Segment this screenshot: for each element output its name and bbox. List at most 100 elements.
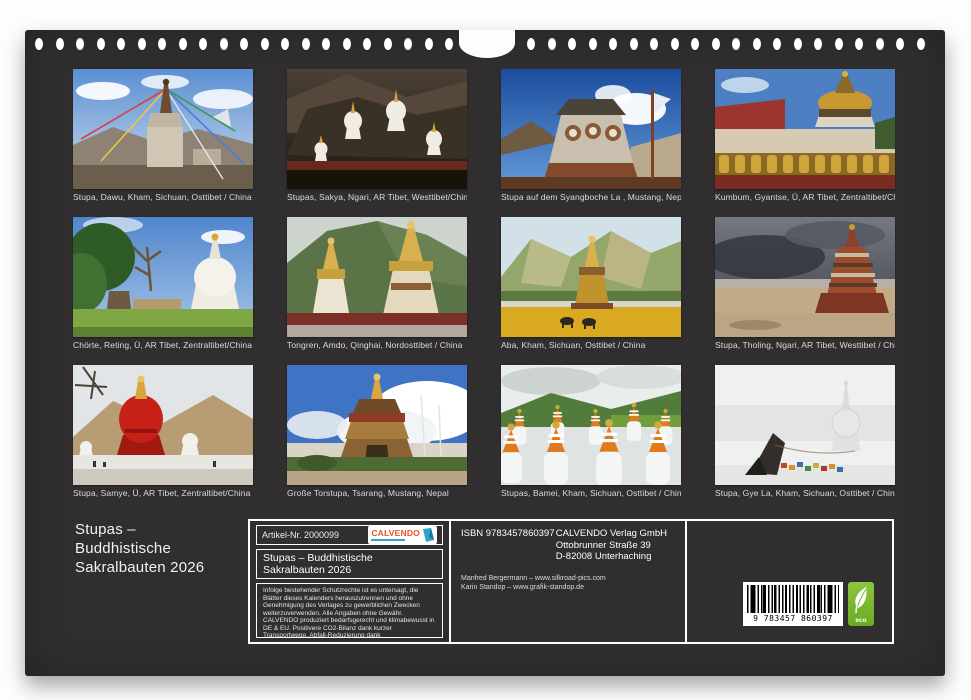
photo-caption: Stupa, Samye, Ü, AR Tibet, Zentraltibet/… — [73, 489, 253, 498]
box-title: Stupas – Buddhistische Sakralbauten 2026 — [263, 552, 373, 576]
binding-hole — [712, 38, 720, 50]
photo-cell: Stupa, Samye, Ü, AR Tibet, Zentraltibet/… — [73, 365, 253, 513]
binding-hole — [753, 38, 761, 50]
photo-image-bamei-stupas — [501, 365, 681, 485]
barcode-digits: 9 783457 860397 — [753, 614, 833, 623]
author-credits: Manfred Bergermann – www.silkroad-pics.c… — [461, 574, 675, 593]
publisher-line: Ottobrunner Straße 39 — [556, 540, 667, 552]
binding-hole — [322, 38, 330, 50]
binding-hole — [445, 38, 453, 50]
calendar-title-line: Stupas – — [75, 520, 204, 539]
photo-caption: Stupas, Bamei, Kham, Sichuan, Osttibet /… — [501, 489, 681, 498]
eco-leaf-icon — [851, 585, 871, 615]
calendar-title: Stupas – Buddhistische Sakralbauten 2026 — [75, 520, 204, 577]
ean-barcode: 9 783457 860397 — [743, 582, 843, 626]
binding-hole — [240, 38, 248, 50]
photo-image-tholing-stupa — [715, 217, 895, 337]
calvendo-tagline-bar — [371, 539, 405, 541]
binding-hole — [568, 38, 576, 50]
article-number: Artikel-Nr. 2000099 — [262, 530, 339, 540]
box-title-cell: Stupas – Buddhistische Sakralbauten 2026 — [256, 549, 443, 579]
calvendo-wordmark-wrap: CALVENDO — [371, 529, 420, 541]
binding-hole — [671, 38, 679, 50]
photo-cell: Stupa auf dem Syangboche La , Mustang, N… — [501, 69, 681, 217]
binding-hole — [220, 38, 228, 50]
photo-cell: Stupa, Gye La, Kham, Sichuan, Osttibet /… — [715, 365, 895, 513]
publisher-address: CALVENDO Verlag GmbH Ottobrunner Straße … — [556, 528, 667, 563]
binding-hole — [794, 38, 802, 50]
photo-cell: Stupas, Sakya, Ngari, AR Tibet, Westtibe… — [287, 69, 467, 217]
photo-image-dawu-stupa — [73, 69, 253, 189]
binding-hole — [76, 38, 84, 50]
binding-hole — [630, 38, 638, 50]
binding-hole — [384, 38, 392, 50]
photo-image-sakya-stupas — [287, 69, 467, 189]
photo-caption: Stupa, Gye La, Kham, Sichuan, Osttibet /… — [715, 489, 895, 498]
hanger-notch — [459, 30, 515, 58]
legal-text-cell: Infolge bestehender Schutzrechte ist es … — [256, 583, 443, 638]
photo-caption: Kumbum, Gyantse, Ü, AR Tibet, Zentraltib… — [715, 193, 895, 202]
binding-hole — [548, 38, 556, 50]
photo-caption: Stupas, Sakya, Ngari, AR Tibet, Westtibe… — [287, 193, 467, 202]
binding-hole — [35, 38, 43, 50]
binding-hole — [835, 38, 843, 50]
binding-hole — [199, 38, 207, 50]
photo-cell: Tongren, Amdo, Qinghai, Nordosttibet / C… — [287, 217, 467, 365]
barcode-group: 9 783457 860397 eco — [743, 582, 874, 626]
info-box-middle-column: ISBN 9783457860397 CALVENDO Verlag GmbH … — [449, 521, 685, 642]
photo-cell: Kumbum, Gyantse, Ü, AR Tibet, Zentraltib… — [715, 69, 895, 217]
binding-hole — [117, 38, 125, 50]
photo-caption: Stupa, Tholing, Ngari, AR Tibet, Westtib… — [715, 341, 895, 350]
binding-hole — [363, 38, 371, 50]
isbn-number: ISBN 9783457860397 — [461, 528, 555, 563]
calendar-title-line: Buddhistische — [75, 539, 204, 558]
photo-image-syangboche-stupa — [501, 69, 681, 189]
photo-cell: Chörte, Reting, Ü, AR Tibet, Zentraltibe… — [73, 217, 253, 365]
info-box-left-column: Artikel-Nr. 2000099 CALVENDO Stupas – Bu… — [250, 521, 449, 642]
eco-badge: eco — [848, 582, 874, 626]
calendar-title-line: Sakralbauten 2026 — [75, 558, 204, 577]
calvendo-wordmark: CALVENDO — [371, 529, 420, 538]
binding-hole — [179, 38, 187, 50]
binding-hole — [732, 38, 740, 50]
photo-caption: Große Torstupa, Tsarang, Mustang, Nepal — [287, 489, 467, 498]
binding-hole — [691, 38, 699, 50]
credit-line: Manfred Bergermann – www.silkroad-pics.c… — [461, 574, 675, 583]
binding-hole — [855, 38, 863, 50]
binding-hole — [261, 38, 269, 50]
binding-hole — [281, 38, 289, 50]
binding-hole — [814, 38, 822, 50]
photo-caption: Stupa auf dem Syangboche La , Mustang, N… — [501, 193, 681, 202]
photo-cell: Stupas, Bamei, Kham, Sichuan, Osttibet /… — [501, 365, 681, 513]
binding-hole — [97, 38, 105, 50]
binding-hole — [158, 38, 166, 50]
binding-hole — [138, 38, 146, 50]
photo-caption: Aba, Kham, Sichuan, Osttibet / China — [501, 341, 681, 350]
photo-cell: Aba, Kham, Sichuan, Osttibet / China — [501, 217, 681, 365]
photo-image-aba-stupa — [501, 217, 681, 337]
binding-hole — [609, 38, 617, 50]
photo-image-tsarang-torstupa — [287, 365, 467, 485]
photo-image-gyela-fog-stupa — [715, 365, 895, 485]
legal-text: Infolge bestehender Schutzrechte ist es … — [263, 587, 435, 638]
binding-hole — [56, 38, 64, 50]
photo-caption: Chörte, Reting, Ü, AR Tibet, Zentraltibe… — [73, 341, 253, 350]
photo-grid: Stupa, Dawu, Kham, Sichuan, Osttibet / C… — [73, 69, 895, 513]
isbn-row: ISBN 9783457860397 CALVENDO Verlag GmbH … — [461, 528, 675, 563]
binding-hole — [343, 38, 351, 50]
credit-line: Karin Standop – www.grafik-standop.de — [461, 583, 675, 592]
article-number-cell: Artikel-Nr. 2000099 CALVENDO — [256, 525, 443, 545]
photo-image-samye-red-stupa — [73, 365, 253, 485]
photo-image-kumbum-gyantse — [715, 69, 895, 189]
binding-hole — [527, 38, 535, 50]
binding-hole — [917, 38, 925, 50]
photo-image-reting-choerte — [73, 217, 253, 337]
binding-hole — [896, 38, 904, 50]
info-box-right-column: 9 783457 860397 eco — [685, 521, 892, 642]
photo-cell: Stupa, Tholing, Ngari, AR Tibet, Westtib… — [715, 217, 895, 365]
eco-label: eco — [855, 617, 866, 624]
calendar-back-cover: Stupa, Dawu, Kham, Sichuan, Osttibet / C… — [25, 30, 945, 676]
publisher-info-box: Artikel-Nr. 2000099 CALVENDO Stupas – Bu… — [248, 519, 894, 644]
photo-cell: Große Torstupa, Tsarang, Mustang, Nepal — [287, 365, 467, 513]
calvendo-page-icon — [423, 528, 434, 542]
